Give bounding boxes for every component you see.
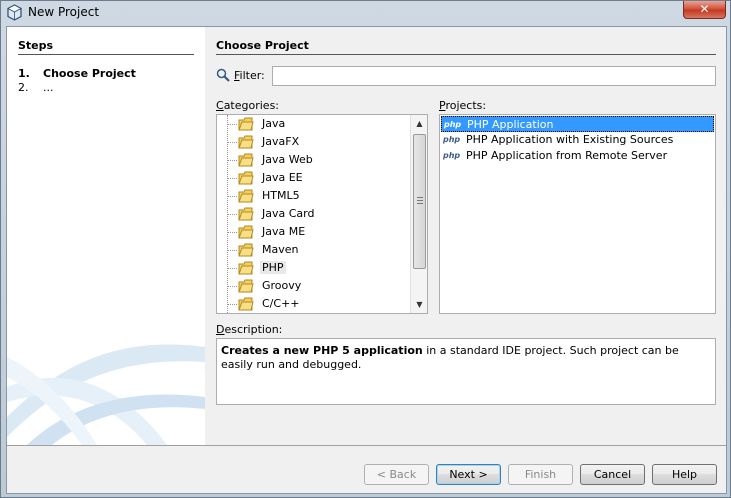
button-bar-divider xyxy=(7,445,726,446)
category-label: C/C++ xyxy=(262,297,300,310)
decorative-swoosh-graphic xyxy=(7,344,205,445)
categories-label: Categories: xyxy=(216,99,280,112)
back-button-label: < Back xyxy=(376,468,417,481)
projects-label: Projects: xyxy=(439,99,487,112)
category-item-maven[interactable]: Maven xyxy=(227,241,407,259)
project-item-php-remote-server[interactable]: php PHP Application from Remote Server xyxy=(441,148,714,164)
category-item-c-cpp[interactable]: C/C++ xyxy=(227,295,407,313)
window-title: New Project xyxy=(28,5,100,19)
help-button[interactable]: Help xyxy=(652,464,717,485)
filter-label: Filter: xyxy=(234,69,265,82)
steps-divider xyxy=(18,54,194,55)
next-button[interactable]: Next > xyxy=(436,464,501,485)
scrollbar-thumb[interactable] xyxy=(413,134,426,269)
category-item-java-card[interactable]: Java Card xyxy=(227,205,407,223)
title-divider xyxy=(216,54,716,55)
category-label: Java ME xyxy=(262,225,306,238)
folder-icon xyxy=(238,279,254,293)
category-item-html5[interactable]: HTML5 xyxy=(227,187,407,205)
category-item-java-me[interactable]: Java ME xyxy=(227,223,407,241)
php-icon: php xyxy=(444,120,462,129)
category-item-groovy[interactable]: Groovy xyxy=(227,277,407,295)
description-label: Description: xyxy=(216,323,283,336)
help-button-label: Help xyxy=(671,468,698,481)
step-label: Choose Project xyxy=(43,67,136,80)
category-label: JavaFX xyxy=(262,135,300,148)
folder-icon xyxy=(238,243,254,257)
category-label: Java Web xyxy=(262,153,313,166)
category-label: Java xyxy=(262,117,286,130)
folder-icon xyxy=(238,225,254,239)
close-window-button[interactable]: ✕ xyxy=(683,1,726,19)
step-number: 2. xyxy=(18,81,29,94)
folder-icon xyxy=(238,135,254,149)
finish-button-label: Finish xyxy=(524,468,557,481)
category-label: Groovy xyxy=(262,279,302,292)
category-label: PHP xyxy=(260,261,286,274)
netbeans-app-icon xyxy=(7,4,22,21)
project-item-php-application[interactable]: php PHP Application xyxy=(441,116,714,132)
category-item-java-web[interactable]: Java Web xyxy=(227,151,407,169)
cancel-button[interactable]: Cancel xyxy=(580,464,645,485)
category-item-javafx[interactable]: JavaFX xyxy=(227,133,407,151)
project-label: PHP Application from Remote Server xyxy=(466,149,668,162)
next-button-label: Next > xyxy=(449,468,488,481)
steps-panel: Steps 1. Choose Project 2.... xyxy=(7,27,205,445)
project-item-php-existing-sources[interactable]: php PHP Application with Existing Source… xyxy=(441,132,714,148)
category-label: Maven xyxy=(262,243,299,256)
step-label: ... xyxy=(43,81,54,94)
category-item-java-ee[interactable]: Java EE xyxy=(227,169,407,187)
category-item-php[interactable]: PHP xyxy=(227,259,407,277)
category-label: Java Card xyxy=(262,207,315,220)
folder-icon xyxy=(238,297,254,311)
categories-scrollbar[interactable]: ▲ ▼ xyxy=(410,115,427,313)
grip-icon xyxy=(417,197,423,204)
page-title: Choose Project xyxy=(216,39,309,52)
title-bar[interactable]: New Project ✕ xyxy=(1,1,731,25)
cancel-button-label: Cancel xyxy=(593,468,632,481)
magnifier-icon xyxy=(216,68,230,82)
folder-icon xyxy=(238,117,254,131)
folder-icon xyxy=(238,153,254,167)
folder-icon xyxy=(238,207,254,221)
scroll-down-arrow-icon[interactable]: ▼ xyxy=(411,296,427,313)
filter-input[interactable] xyxy=(272,66,716,86)
step-item-next: 2.... xyxy=(18,81,54,94)
description-bold: Creates a new PHP 5 application xyxy=(221,344,423,357)
category-label: Java EE xyxy=(262,171,303,184)
step-item-choose-project: 1. Choose Project xyxy=(18,67,136,80)
scroll-up-arrow-icon[interactable]: ▲ xyxy=(411,115,427,132)
back-button[interactable]: < Back xyxy=(364,464,429,485)
project-label: PHP Application xyxy=(467,118,554,131)
php-icon: php xyxy=(443,135,461,144)
step-number: 1. xyxy=(18,67,30,80)
project-label: PHP Application with Existing Sources xyxy=(466,133,674,146)
folder-icon xyxy=(238,171,254,185)
description-box: Creates a new PHP 5 application in a sta… xyxy=(216,338,716,405)
folder-icon xyxy=(238,189,254,203)
dialog-client-area: Steps 1. Choose Project 2.... Choose Proj… xyxy=(6,26,727,494)
projects-list[interactable]: php PHP Application php PHP Application … xyxy=(439,114,716,314)
finish-button[interactable]: Finish xyxy=(508,464,573,485)
folder-icon xyxy=(238,261,254,275)
php-icon: php xyxy=(443,151,461,160)
steps-title: Steps xyxy=(18,39,54,52)
category-item-java[interactable]: Java xyxy=(227,115,407,133)
window-frame: New Project ✕ Steps 1. Choose Project 2..… xyxy=(0,0,731,498)
category-label: HTML5 xyxy=(262,189,300,202)
categories-tree[interactable]: Java JavaFX Java Web Java EE HTML5 Java … xyxy=(216,114,428,314)
